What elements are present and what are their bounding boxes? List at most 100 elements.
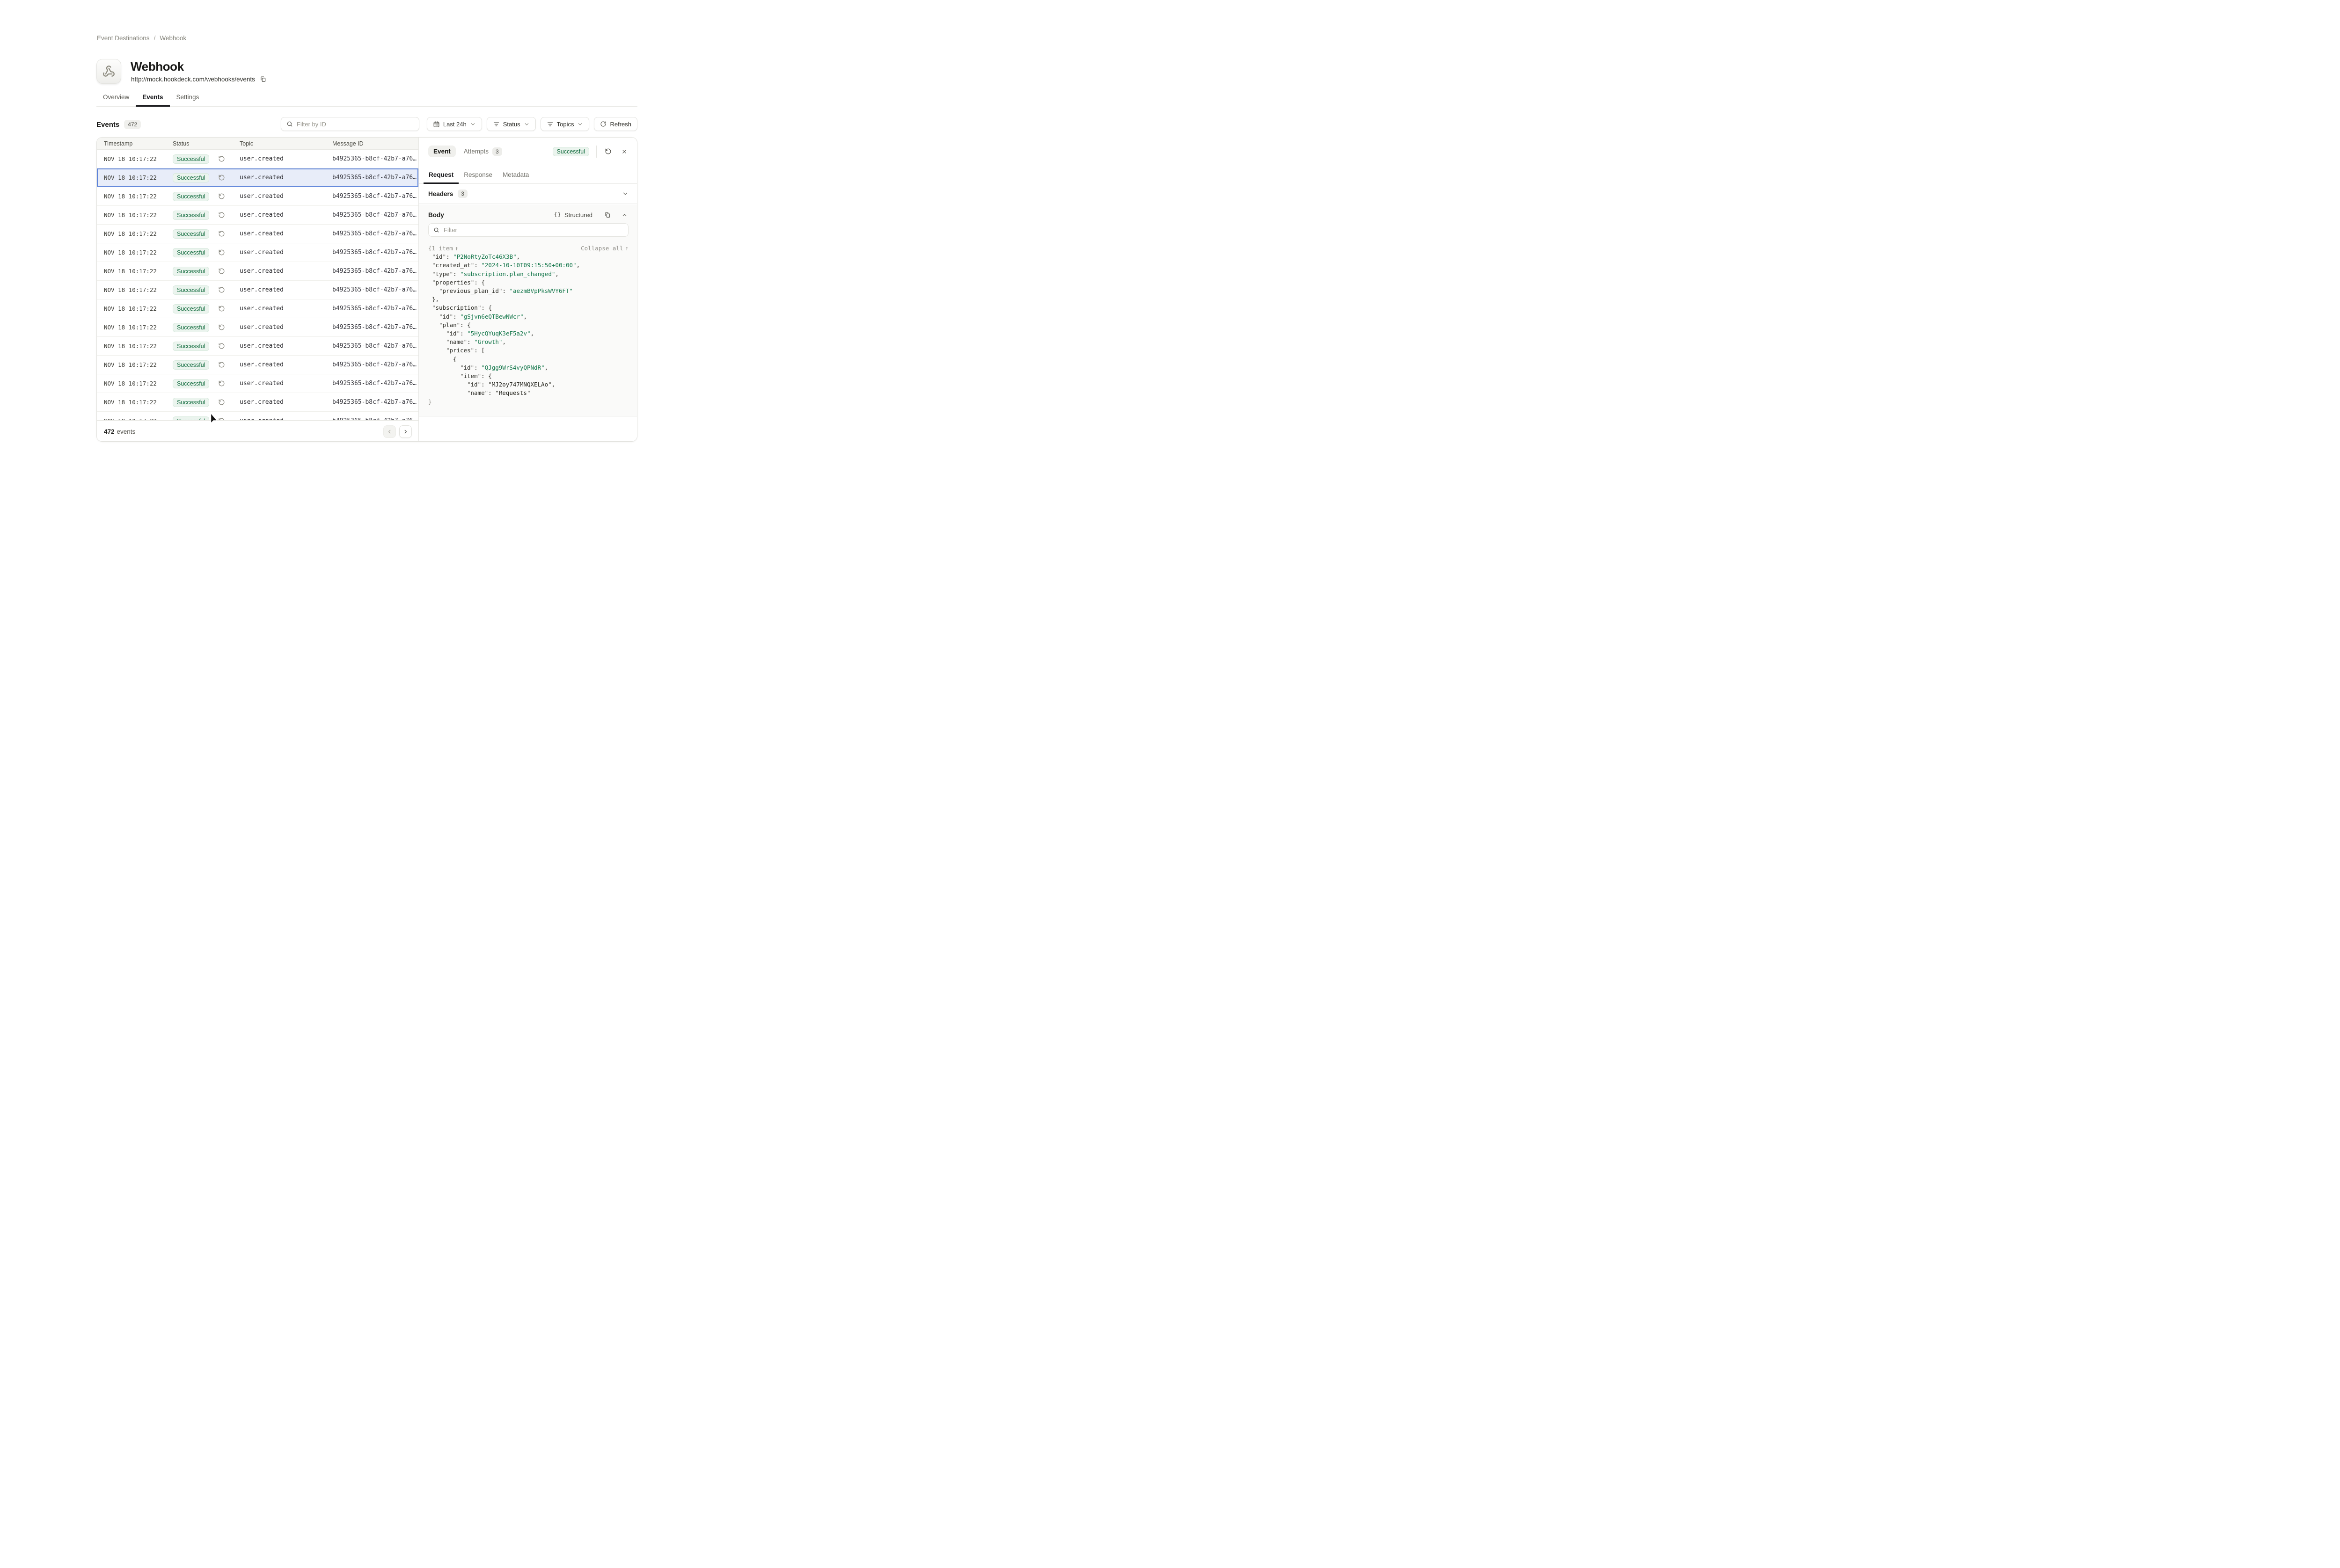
json-line: "subscription": { (428, 304, 629, 312)
copy-icon (604, 211, 611, 218)
tab-events[interactable]: Events (136, 92, 169, 106)
table-row[interactable]: NOV 18 10:17:22 Successful user.created … (97, 356, 418, 374)
attempts-count-badge: 3 (492, 147, 502, 156)
retry-row-button[interactable] (218, 211, 226, 219)
detail-tab-attempts[interactable]: Attempts 3 (464, 147, 502, 156)
events-section-title: Events (96, 121, 119, 129)
retry-icon (218, 399, 225, 406)
table-row[interactable]: NOV 18 10:17:22 Successful user.created … (97, 281, 418, 299)
copy-body-button[interactable] (603, 211, 612, 219)
headers-section-toggle[interactable]: Headers 3 (419, 184, 637, 204)
event-status-badge: Successful (553, 147, 589, 156)
close-panel-button[interactable] (620, 147, 629, 156)
copy-icon (260, 76, 266, 82)
table-row[interactable]: NOV 18 10:17:22 Successful user.created … (97, 243, 418, 262)
retry-row-button[interactable] (218, 342, 226, 350)
table-row[interactable]: NOV 18 10:17:22 Successful user.created … (97, 393, 418, 412)
events-count-badge: 472 (124, 120, 141, 129)
webhook-icon (102, 65, 115, 78)
retry-row-button[interactable] (218, 379, 226, 387)
structured-view-toggle[interactable]: Structured (554, 211, 592, 219)
subtab-request[interactable]: Request (424, 165, 459, 183)
retry-row-button[interactable] (218, 323, 226, 331)
retry-row-button[interactable] (218, 267, 226, 275)
retry-row-button[interactable] (218, 305, 226, 313)
filter-by-id-input[interactable] (297, 121, 414, 128)
table-row[interactable]: NOV 18 10:17:22 Successful user.created … (97, 337, 418, 356)
json-root-collapse-toggle[interactable]: {1 item↑ (428, 244, 458, 253)
table-row[interactable]: NOV 18 10:17:22 Successful user.created … (97, 412, 418, 420)
json-line: "id": "QJgg9WrS4vyQPNdR", (428, 364, 629, 372)
retry-row-button[interactable] (218, 174, 226, 182)
body-section: Body Structured {1 item↑ (419, 204, 637, 416)
json-line: "id": "5HycQYuqK3eF5a2v", (428, 329, 629, 338)
retry-icon (218, 249, 225, 256)
retry-row-button[interactable] (218, 398, 226, 406)
topics-filter-button[interactable]: Topics (541, 117, 590, 131)
retry-row-button[interactable] (218, 248, 226, 256)
table-row-partial: NOV 18 10:17:22 Successful user.created … (97, 412, 418, 420)
time-range-button[interactable]: Last 24h (427, 117, 482, 131)
collapse-body-button[interactable] (621, 211, 629, 219)
subtab-response[interactable]: Response (459, 165, 497, 183)
body-filter-input[interactable] (444, 226, 623, 233)
tab-overview[interactable]: Overview (96, 92, 136, 106)
refresh-button[interactable]: Refresh (594, 117, 637, 131)
table-row[interactable]: NOV 18 10:17:22 Successful user.created … (97, 206, 418, 225)
retry-row-button[interactable] (218, 417, 226, 420)
previous-page-button[interactable] (383, 425, 396, 438)
retry-icon (218, 380, 225, 387)
retry-row-button[interactable] (218, 361, 226, 369)
table-row[interactable]: NOV 18 10:17:22 Successful user.created … (97, 374, 418, 393)
retry-icon (218, 286, 225, 293)
table-row[interactable]: NOV 18 10:17:22 Successful user.created … (97, 187, 418, 206)
detail-tab-event[interactable]: Event (428, 146, 456, 157)
retry-row-button[interactable] (218, 230, 226, 238)
table-row[interactable]: NOV 18 10:17:22 Successful user.created … (97, 168, 418, 187)
body-filter-box[interactable] (428, 223, 629, 237)
subtab-metadata[interactable]: Metadata (497, 165, 534, 183)
filter-by-id-search[interactable] (281, 117, 419, 131)
status-badge: Successful (173, 229, 209, 239)
json-line: "item": { (428, 372, 629, 380)
json-line: "previous_plan_id": "aezmBVpPksWVY6FT" (428, 287, 629, 295)
status-badge: Successful (173, 248, 209, 257)
breadcrumb: Event Destinations / Webhook (97, 35, 186, 42)
footer-event-count: 472 (104, 428, 115, 435)
column-topic: Topic (240, 140, 332, 147)
filter-lines-icon (547, 121, 554, 128)
status-badge: Successful (173, 379, 209, 388)
tab-settings[interactable]: Settings (170, 92, 206, 106)
retry-row-button[interactable] (218, 192, 226, 200)
json-line: "id": "gSjvn6eQTBewNWcr", (428, 313, 629, 321)
table-row[interactable]: NOV 18 10:17:22 Successful user.created … (97, 150, 418, 168)
chevron-right-icon (402, 429, 409, 435)
search-icon (433, 227, 439, 233)
retry-icon (218, 193, 225, 200)
retry-icon (218, 324, 225, 331)
calendar-icon (433, 121, 440, 128)
retry-row-button[interactable] (218, 286, 226, 294)
table-row[interactable]: NOV 18 10:17:22 Successful user.created … (97, 262, 418, 281)
copy-url-button[interactable] (259, 75, 267, 83)
json-line: "created_at": "2024-10-10T09:15:50+00:00… (428, 261, 629, 270)
json-line: "prices": [ (428, 346, 629, 355)
table-row[interactable]: NOV 18 10:17:22 Successful user.created … (97, 225, 418, 243)
collapse-all-button[interactable]: Collapse all↑ (581, 244, 629, 253)
headers-count-badge: 3 (458, 190, 468, 198)
status-filter-button[interactable]: Status (487, 117, 536, 131)
footer-event-label: events (117, 428, 136, 435)
table-row[interactable]: NOV 18 10:17:22 Successful user.created … (97, 299, 418, 318)
breadcrumb-current: Webhook (160, 35, 186, 42)
retry-icon (218, 361, 225, 368)
json-line: "type": "subscription.plan_changed", (428, 270, 629, 278)
status-badge: Successful (173, 173, 209, 182)
search-icon (286, 121, 293, 127)
table-row[interactable]: NOV 18 10:17:22 Successful user.created … (97, 318, 418, 337)
status-badge: Successful (173, 154, 209, 164)
json-line: "id": "MJ2oy747MNQXELAo", (428, 380, 629, 389)
retry-event-button[interactable] (604, 147, 613, 156)
next-page-button[interactable] (399, 425, 412, 438)
retry-row-button[interactable] (218, 155, 226, 163)
breadcrumb-parent-link[interactable]: Event Destinations (97, 35, 150, 42)
